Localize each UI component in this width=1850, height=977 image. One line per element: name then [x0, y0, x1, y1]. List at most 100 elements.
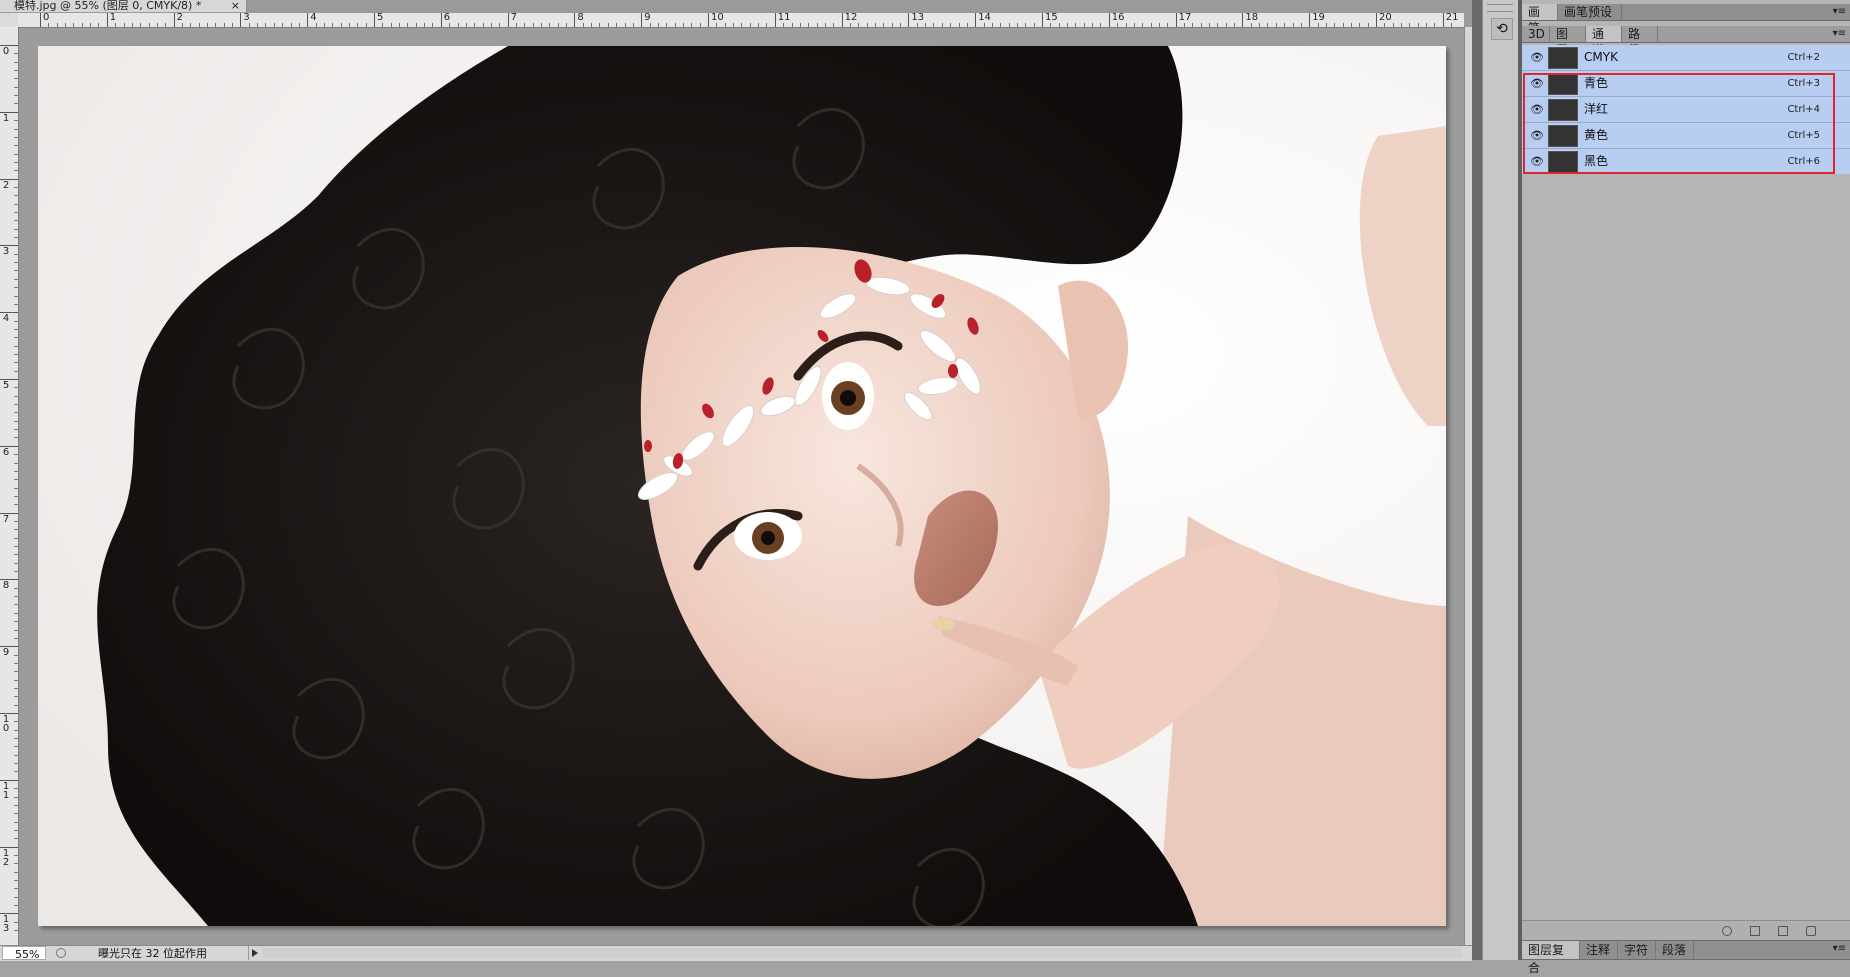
ruler-minor-tick: [799, 23, 801, 27]
ruler-minor-tick: [73, 23, 75, 27]
ruler-minor-tick: [90, 23, 92, 27]
ruler-minor-tick: [14, 78, 18, 80]
tab-layer-comps[interactable]: 图层复合: [1522, 941, 1580, 975]
horizontal-ruler[interactable]: 0 1 2 3 4 5 6 7 8 9 10 11 12 13 14 15 16 17 18 19 20 21: [18, 13, 1464, 28]
ruler-label: 17: [1178, 12, 1192, 23]
ruler-minor-tick: [766, 23, 768, 27]
channel-thumbnail: [1548, 47, 1578, 69]
ruler-label: 7: [2, 513, 10, 525]
ruler-label: 0: [2, 46, 10, 57]
ruler-minor-tick: [14, 53, 18, 55]
ruler-minor-tick: [1234, 23, 1236, 27]
ruler-minor-tick: [14, 829, 18, 831]
ruler-minor-tick: [599, 23, 601, 27]
ruler-minor-tick: [14, 754, 18, 756]
ruler-minor-tick: [1300, 23, 1302, 27]
tab-paths[interactable]: 路径: [1622, 26, 1658, 57]
panel-menu-icon[interactable]: ▾≡: [1833, 26, 1846, 42]
ruler-minor-tick: [14, 637, 18, 639]
ruler-minor-tick: [1067, 23, 1069, 27]
ruler-minor-tick: [1317, 23, 1319, 27]
ruler-minor-tick: [457, 23, 459, 27]
ruler-minor-tick: [490, 23, 492, 27]
ruler-minor-tick: [1225, 23, 1227, 27]
horizontal-scrollbar[interactable]: [262, 948, 1462, 958]
document-tab[interactable]: 模特.jpg @ 55% (图层 0, CMYK/8) * ×: [0, 0, 247, 12]
tab-character[interactable]: 字符: [1618, 941, 1656, 959]
ruler-minor-tick: [1401, 23, 1403, 27]
ruler-minor-tick: [966, 23, 968, 27]
channel-row-cmyk[interactable]: 👁 CMYK Ctrl+2: [1522, 45, 1850, 71]
ruler-minor-tick: [14, 278, 18, 280]
tab-layers[interactable]: 图层: [1550, 26, 1586, 57]
load-selection-icon[interactable]: [1722, 926, 1732, 936]
tab-brush-presets[interactable]: 画笔预设: [1558, 4, 1622, 20]
status-menu-arrow-icon[interactable]: [248, 946, 259, 960]
ruler-label: 13: [2, 914, 10, 935]
ruler-minor-tick: [666, 23, 668, 27]
channel-thumbnail: [1548, 99, 1578, 121]
canvas-workspace: [19, 28, 1464, 945]
ruler-minor-tick: [140, 23, 142, 27]
ruler-label: 6: [443, 12, 451, 23]
delete-channel-icon[interactable]: [1806, 926, 1816, 936]
image-canvas[interactable]: [38, 46, 1446, 926]
panel-menu-icon[interactable]: ▾≡: [1833, 941, 1846, 957]
channel-row-black[interactable]: 👁 黑色 Ctrl+6: [1522, 149, 1850, 175]
tab-3d[interactable]: 3D: [1522, 26, 1550, 42]
ruler-origin[interactable]: [0, 13, 19, 28]
ruler-label: 6: [2, 446, 10, 458]
ruler-minor-tick: [1426, 23, 1428, 27]
ruler-label: 9: [2, 647, 10, 659]
ruler-minor-tick: [14, 395, 18, 397]
visibility-eye-icon[interactable]: 👁: [1528, 149, 1546, 174]
tab-paragraph[interactable]: 段落: [1656, 941, 1694, 959]
tab-channels[interactable]: 通道: [1586, 26, 1622, 57]
ruler-minor-tick: [1092, 23, 1094, 27]
ruler-minor-tick: [14, 362, 18, 364]
ruler-minor-tick: [1025, 23, 1027, 27]
ruler-minor-tick: [14, 454, 18, 456]
ruler-minor-tick: [14, 537, 18, 539]
ruler-minor-tick: [14, 604, 18, 606]
ruler-minor-tick: [14, 721, 18, 723]
ruler-minor-tick: [1150, 23, 1152, 27]
channel-row-yellow[interactable]: 👁 黄色 Ctrl+5: [1522, 123, 1850, 149]
ruler-label: 20: [1379, 12, 1392, 23]
dock-grip-icon[interactable]: [1487, 4, 1513, 12]
ruler-minor-tick: [1125, 23, 1127, 27]
zoom-level-field[interactable]: 55%: [2, 946, 46, 961]
tab-notes[interactable]: 注释: [1580, 941, 1618, 959]
channel-row-magenta[interactable]: 👁 洋红 Ctrl+4: [1522, 97, 1850, 123]
vertical-ruler[interactable]: 0 1 2 3 4 5 6 7 8 9 10 11 12 13: [0, 27, 19, 945]
ruler-minor-tick: [1209, 23, 1210, 27]
ruler-minor-tick: [14, 95, 18, 97]
ruler-label: 10: [711, 12, 724, 23]
ruler-minor-tick: [14, 86, 18, 88]
visibility-eye-icon[interactable]: 👁: [1528, 123, 1546, 148]
ruler-label: 16: [1111, 12, 1125, 23]
tab-brush[interactable]: 画笔: [1522, 4, 1558, 35]
history-panel-icon[interactable]: ⟲: [1491, 18, 1513, 40]
ruler-minor-tick: [123, 23, 125, 27]
ruler-minor-tick: [14, 654, 18, 656]
visibility-eye-icon[interactable]: 👁: [1528, 97, 1546, 122]
panel-menu-icon[interactable]: ▾≡: [1833, 4, 1846, 20]
visibility-eye-icon[interactable]: 👁: [1528, 71, 1546, 96]
save-selection-icon[interactable]: [1750, 926, 1760, 936]
status-info-icon[interactable]: [56, 948, 66, 958]
close-icon[interactable]: ×: [231, 0, 240, 12]
ruler-minor-tick: [156, 23, 158, 27]
new-channel-icon[interactable]: [1778, 926, 1788, 936]
ruler-minor-tick: [1200, 23, 1202, 27]
channel-list-empty-area[interactable]: [1522, 174, 1850, 924]
ruler-minor-tick: [515, 23, 517, 27]
ruler-minor-tick: [14, 253, 18, 255]
channel-name: 洋红: [1584, 102, 1609, 116]
ruler-label: 5: [377, 12, 384, 23]
channel-row-cyan[interactable]: 👁 青色 Ctrl+3: [1522, 71, 1850, 97]
visibility-eye-icon[interactable]: 👁: [1528, 45, 1546, 70]
ruler-minor-tick: [14, 136, 18, 138]
ruler-label: 21: [1445, 12, 1459, 23]
ruler-minor-tick: [340, 23, 342, 27]
